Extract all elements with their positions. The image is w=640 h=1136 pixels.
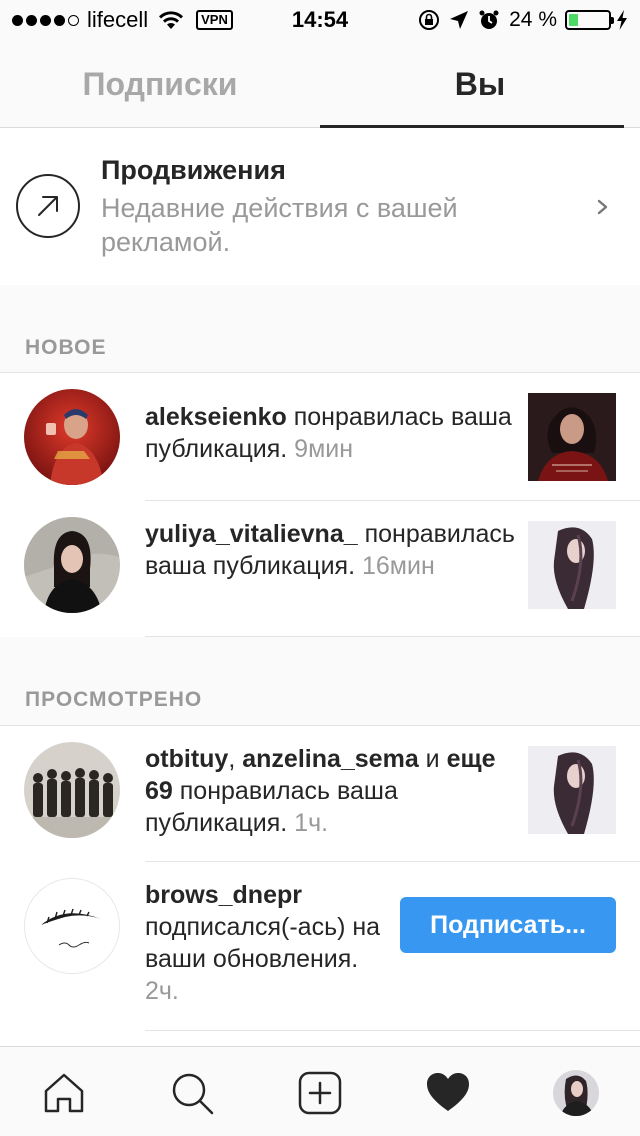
notification-text: alekseienko понравилась ваша публикация.… <box>145 401 515 465</box>
notification-action: понравилась ваша публикация. <box>145 777 398 837</box>
location-arrow-icon <box>450 11 469 29</box>
notification-time: 1ч. <box>294 809 329 837</box>
notification-time: 2ч. <box>145 977 179 1005</box>
notification-time: 9мин <box>294 435 354 463</box>
activity-tabs: Подписки Вы <box>0 40 640 128</box>
tab-you[interactable]: Вы <box>320 40 640 128</box>
promotions-arrow-icon <box>16 174 80 238</box>
charging-bolt-icon <box>617 10 627 30</box>
search-icon[interactable] <box>164 1065 220 1121</box>
avatar-yuliya_vitalievna_[interactable] <box>24 517 120 613</box>
username[interactable]: otbituy <box>145 745 228 773</box>
bottom-navigation <box>0 1046 640 1136</box>
heart-icon[interactable] <box>420 1065 476 1121</box>
battery-percent: 24 % <box>509 8 557 31</box>
conjunction: и <box>418 745 447 773</box>
section-header-seen: ПРОСМОТРЕНО <box>25 688 203 711</box>
notification-text: brows_dnepr подписался(-ась) на ваши обн… <box>145 879 395 1007</box>
notification-time: 16мин <box>361 552 435 580</box>
post-thumbnail[interactable] <box>528 393 616 481</box>
username[interactable]: yuliya_vitalievna_ <box>145 520 358 548</box>
divider <box>145 1030 640 1031</box>
alarm-icon <box>479 10 499 29</box>
profile-avatar[interactable] <box>548 1065 604 1121</box>
active-tab-indicator <box>320 125 624 128</box>
promotions-title: Продвижения <box>101 155 286 185</box>
notification-text: yuliya_vitalievna_ понравилась ваша публ… <box>145 518 515 582</box>
section-header-new: НОВОЕ <box>25 336 107 359</box>
divider <box>145 636 640 637</box>
avatar-alekseienko[interactable] <box>24 389 120 485</box>
home-icon[interactable] <box>36 1065 92 1121</box>
avatar-brows_dnepr[interactable] <box>24 878 120 974</box>
orientation-lock-icon <box>419 10 440 30</box>
separator: , <box>228 745 243 773</box>
post-thumbnail[interactable] <box>528 521 616 609</box>
status-bar: lifecell VPN 14:54 24 % <box>0 0 640 40</box>
username[interactable]: alekseienko <box>145 403 287 431</box>
chevron-right-icon <box>597 199 608 215</box>
follow-button[interactable]: Подписать... <box>400 897 616 953</box>
status-right: 24 % <box>418 6 628 34</box>
promotions-subtitle: Недавние действия с вашей рекламой. <box>101 193 458 257</box>
battery-icon <box>565 10 614 30</box>
add-post-icon[interactable] <box>292 1065 348 1121</box>
tab-following[interactable]: Подписки <box>0 40 320 128</box>
username[interactable]: anzelina_sema <box>242 745 419 773</box>
avatar-otbituy[interactable] <box>24 742 120 838</box>
username[interactable]: brows_dnepr <box>145 881 302 909</box>
notification-text: otbituy, anzelina_sema и еще 69 понравил… <box>145 743 515 839</box>
notification-action: подписался(-ась) на ваши обновления. <box>145 913 381 973</box>
post-thumbnail[interactable] <box>528 746 616 834</box>
